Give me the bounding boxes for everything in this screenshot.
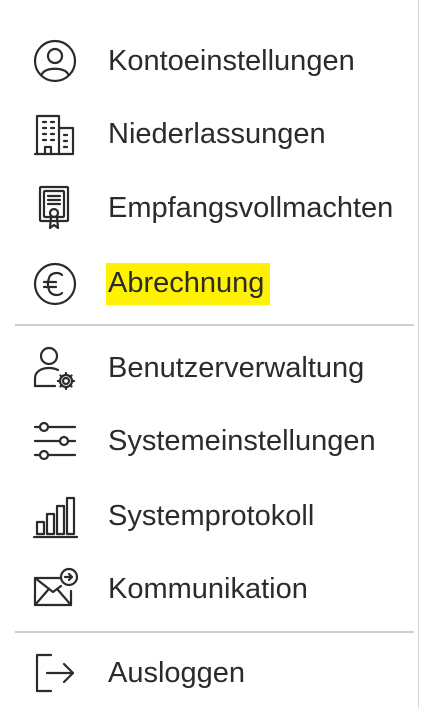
logout-icon [30, 648, 80, 698]
menu-item-systemprotokoll[interactable]: Systemprotokoll [0, 486, 414, 546]
menu-divider [15, 631, 414, 633]
menu-item-abrechnung[interactable]: Abrechnung [0, 254, 414, 314]
menu-item-systemeinstellungen[interactable]: Systemeinstellungen [0, 411, 414, 471]
menu-item-label: Systemprotokoll [108, 500, 315, 532]
euro-icon [30, 259, 80, 309]
menu-item-kommunikation[interactable]: Kommunikation [0, 559, 414, 619]
menu-item-benutzerverwaltung[interactable]: Benutzerverwaltung [0, 338, 414, 398]
menu-item-label: Benutzerverwaltung [108, 352, 365, 384]
bar-chart-icon [30, 491, 80, 541]
sliders-icon [30, 416, 80, 466]
menu-item-label: Empfangsvollmachten [108, 192, 394, 224]
building-icon [30, 109, 80, 159]
certificate-icon [30, 183, 80, 233]
menu-item-label: Abrechnung [106, 263, 271, 305]
menu-item-empfangsvollmachten[interactable]: Empfangsvollmachten [0, 178, 414, 238]
menu-item-niederlassungen[interactable]: Niederlassungen [0, 104, 414, 164]
side-menu: Kontoeinstellungen Niederlassungen Empfa… [0, 0, 432, 708]
menu-item-label: Kommunikation [108, 573, 308, 605]
menu-item-label: Ausloggen [108, 657, 246, 689]
menu-item-kontoeinstellungen[interactable]: Kontoeinstellungen [0, 31, 414, 91]
user-gear-icon [30, 343, 80, 393]
menu-item-label: Systemeinstellungen [108, 425, 376, 457]
menu-divider [15, 324, 414, 326]
menu-right-border [418, 0, 419, 708]
envelope-icon [30, 564, 80, 614]
menu-item-label: Kontoeinstellungen [108, 45, 355, 77]
menu-item-ausloggen[interactable]: Ausloggen [0, 643, 414, 703]
menu-item-label: Niederlassungen [108, 118, 326, 150]
user-circle-icon [30, 36, 80, 86]
